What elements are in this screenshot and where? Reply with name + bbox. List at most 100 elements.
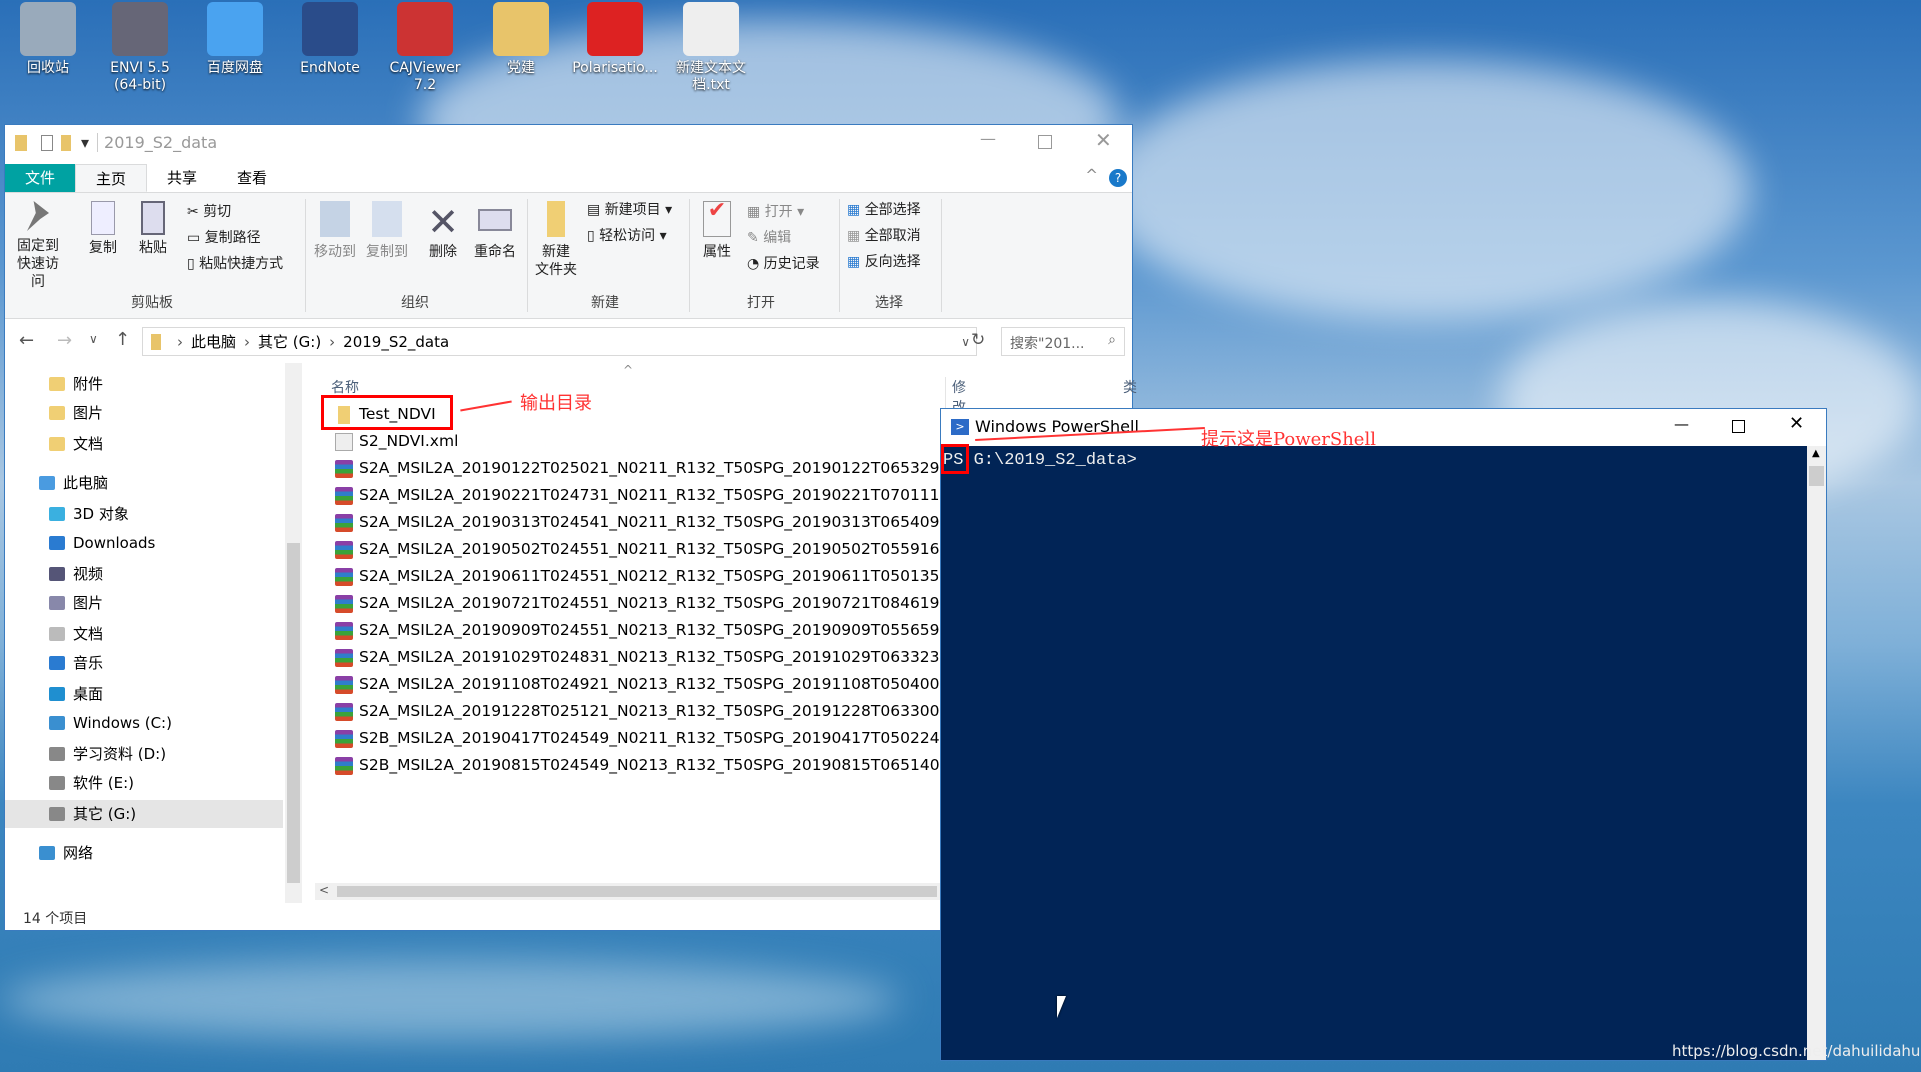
desktop-icon[interactable]: 党建 xyxy=(475,0,567,77)
pin-quick-access-button[interactable]: 固定到 快速访问 xyxy=(11,201,65,291)
file-name: S2A_MSIL2A_20190909T024551_N0213_R132_T5… xyxy=(359,621,967,639)
nav-item[interactable]: 图片 xyxy=(5,399,283,427)
copy-button[interactable]: 复制 xyxy=(83,201,123,257)
group-new: 新建 xyxy=(591,295,619,311)
desktop-icon[interactable]: CAJViewer 7.2 xyxy=(379,0,471,94)
desktop-icon[interactable]: 新建文本文档.txt xyxy=(665,0,757,94)
rename-button[interactable]: 重命名 xyxy=(469,201,521,261)
file-name: S2A_MSIL2A_20190122T025021_N0211_R132_T5… xyxy=(359,459,967,477)
tab-view[interactable]: 查看 xyxy=(217,164,287,192)
nav-item[interactable]: 软件 (E:) xyxy=(5,769,283,797)
close-button[interactable]: ✕ xyxy=(1095,128,1112,152)
nav-item[interactable]: 桌面 xyxy=(5,680,283,708)
address-bar[interactable]: › 此电脑 › 其它 (G:) › 2019_S2_data ∨ xyxy=(142,327,977,356)
paste-shortcut-button[interactable]: ▯ 粘贴快捷方式 xyxy=(187,255,283,273)
nav-item[interactable]: 音乐 xyxy=(5,649,283,677)
breadcrumb-drive-g[interactable]: 其它 (G:) xyxy=(258,331,321,352)
breadcrumb-folder[interactable]: 2019_S2_data xyxy=(343,333,449,351)
file-name: S2A_MSIL2A_20190611T024551_N0212_R132_T5… xyxy=(359,567,967,585)
cut-button[interactable]: ✂ 剪切 xyxy=(187,203,231,221)
edit-button[interactable]: ✎ 编辑 xyxy=(747,229,791,247)
annotation-box-output xyxy=(321,395,453,430)
select-none-button[interactable]: ▦ 全部取消 xyxy=(847,227,921,245)
paste-icon xyxy=(141,201,165,235)
nav-item-icon xyxy=(49,406,65,420)
desktop-icon[interactable]: 回收站 xyxy=(2,0,94,77)
horizontal-scrollbar[interactable]: < xyxy=(315,883,940,900)
quick-access-dropdown[interactable]: ▾ xyxy=(81,133,89,152)
breadcrumb-this-pc[interactable]: 此电脑 xyxy=(191,331,236,352)
invert-selection-button[interactable]: ▦ 反向选择 xyxy=(847,253,921,271)
desktop-icon[interactable]: 百度网盘 xyxy=(189,0,281,77)
nav-item-icon xyxy=(49,807,65,821)
nav-item[interactable]: Windows (C:) xyxy=(5,709,283,737)
nav-item[interactable]: 附件 xyxy=(5,370,283,398)
nav-item[interactable]: 文档 xyxy=(5,620,283,648)
address-dropdown[interactable]: ∨ xyxy=(961,335,970,349)
paste-button[interactable]: 粘贴 xyxy=(133,201,173,257)
desktop-icon-label: ENVI 5.5 (64-bit) xyxy=(110,60,170,93)
recent-locations-button[interactable]: ∨ xyxy=(89,332,98,346)
nav-item[interactable]: 图片 xyxy=(5,589,283,617)
tab-home[interactable]: 主页 xyxy=(75,164,148,192)
properties-button[interactable]: ✔ 属性 xyxy=(695,200,739,261)
status-bar-count: 14 个项目 xyxy=(23,911,88,927)
copy-path-button[interactable]: ▭ 复制路径 xyxy=(187,229,261,247)
ribbon: 固定到 快速访问 复制 粘贴 ✂ 剪切 ▭ 复制路径 ▯ 粘贴快捷方式 移动到 … xyxy=(5,193,1132,319)
refresh-button[interactable]: ↻ xyxy=(971,330,985,350)
nav-item[interactable]: 3D 对象 xyxy=(5,500,283,528)
desktop-icon[interactable]: Polarisatio... xyxy=(569,0,661,77)
nav-item-icon xyxy=(49,776,65,790)
copy-to-button[interactable]: 复制到 xyxy=(363,201,411,261)
zip-archive-icon xyxy=(335,568,353,586)
properties-icon: ✔ xyxy=(703,200,731,237)
nav-scrollbar[interactable] xyxy=(285,363,302,903)
nav-item[interactable]: 学习资料 (D:) xyxy=(5,740,283,768)
annotation-powershell: 提示这是PowerShell xyxy=(1201,429,1376,450)
ps-scrollbar[interactable]: ▲ xyxy=(1807,446,1826,1060)
nav-item[interactable]: 视频 xyxy=(5,560,283,588)
column-header-type[interactable]: 类 xyxy=(1123,377,1137,397)
move-to-button[interactable]: 移动到 xyxy=(311,201,359,261)
sort-indicator: ^ xyxy=(623,363,634,377)
nav-item-icon xyxy=(49,596,65,610)
history-button[interactable]: ◔ 历史记录 xyxy=(747,255,820,273)
desktop-icon-image xyxy=(587,2,643,56)
maximize-button[interactable] xyxy=(1038,135,1052,149)
ps-close-button[interactable]: ✕ xyxy=(1789,413,1804,434)
desktop-icon[interactable]: EndNote xyxy=(284,0,376,77)
open-button[interactable]: ▦ 打开 ▾ xyxy=(747,203,804,221)
ps-minimize-button[interactable]: — xyxy=(1674,415,1689,433)
zip-archive-icon xyxy=(335,460,353,478)
tab-file[interactable]: 文件 xyxy=(5,164,76,192)
back-button[interactable]: ← xyxy=(19,330,34,351)
desktop-icon-image xyxy=(112,2,168,56)
new-folder-quick-icon[interactable] xyxy=(61,134,71,151)
easy-access-button[interactable]: ▯ 轻松访问 ▾ xyxy=(587,227,667,245)
properties-quick-icon[interactable] xyxy=(41,134,53,151)
nav-item[interactable]: Downloads xyxy=(5,529,283,557)
up-button[interactable]: ↑ xyxy=(115,329,130,350)
ps-maximize-button[interactable] xyxy=(1732,420,1745,433)
desktop-icon[interactable]: ENVI 5.5 (64-bit) xyxy=(94,0,186,94)
tab-share[interactable]: 共享 xyxy=(147,164,217,192)
new-folder-button[interactable]: 新建 文件夹 xyxy=(531,201,581,279)
search-input[interactable]: 搜索"201... ⌕ xyxy=(1001,327,1125,356)
nav-item[interactable]: 其它 (G:) xyxy=(5,800,283,828)
column-header-name[interactable]: 名称 xyxy=(331,377,359,397)
help-icon[interactable]: ? xyxy=(1109,169,1127,187)
minimize-button[interactable]: — xyxy=(980,129,996,148)
new-item-button[interactable]: ▤ 新建项目 ▾ xyxy=(587,201,672,219)
nav-item[interactable]: 文档 xyxy=(5,430,283,458)
nav-item[interactable]: 网络 xyxy=(5,839,283,867)
powershell-console[interactable]: PS G:\2019_S2_data> xyxy=(941,446,1826,1060)
select-all-button[interactable]: ▦ 全部选择 xyxy=(847,201,921,219)
powershell-icon: > xyxy=(951,419,969,435)
nav-item-icon xyxy=(39,476,55,490)
nav-item-icon xyxy=(49,687,65,701)
nav-item[interactable]: 此电脑 xyxy=(5,469,283,497)
delete-button[interactable]: ✕ 删除 xyxy=(423,201,463,261)
copy-to-icon xyxy=(372,201,402,237)
forward-button[interactable]: → xyxy=(57,330,72,351)
collapse-ribbon-icon[interactable]: ^ xyxy=(1085,166,1098,184)
